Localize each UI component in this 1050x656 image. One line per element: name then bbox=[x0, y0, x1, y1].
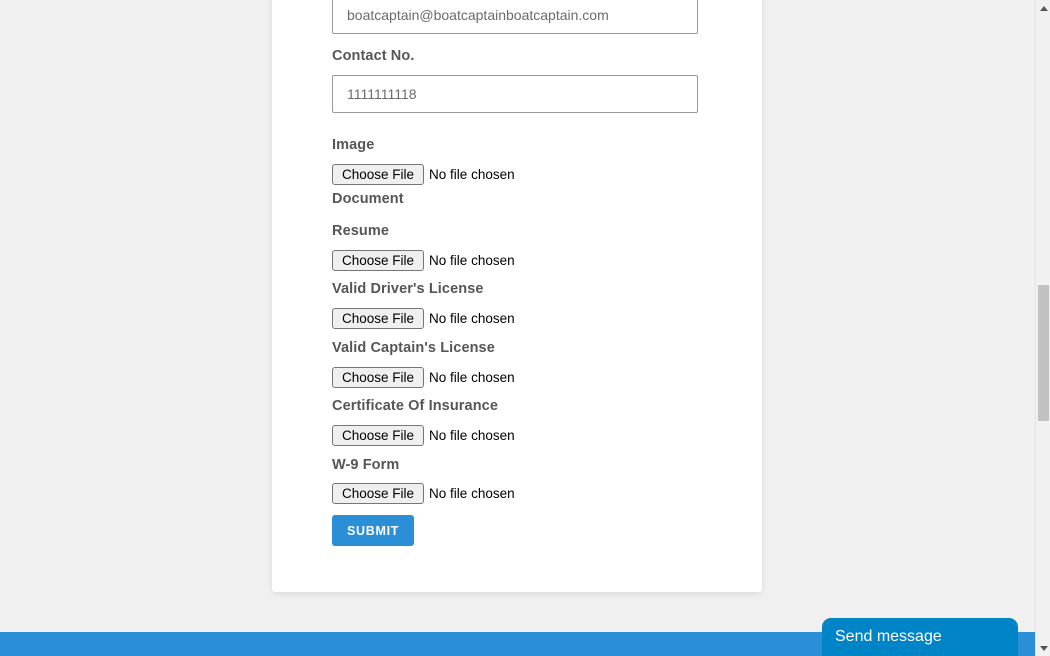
document-file-status: No file chosen bbox=[429, 428, 515, 444]
image-file-input-row[interactable]: Choose File No file chosen bbox=[332, 163, 515, 185]
document-choose-file-button[interactable]: Choose File bbox=[332, 483, 425, 505]
document-file-input-row[interactable]: Choose File No file chosen bbox=[332, 308, 698, 330]
document-upload-label: W-9 Form bbox=[332, 456, 400, 473]
document-choose-file-button[interactable]: Choose File bbox=[332, 308, 425, 330]
document-file-input-row[interactable]: Choose File No file chosen bbox=[332, 249, 698, 271]
document-upload-group: Valid Driver's License Choose File No file… bbox=[332, 281, 698, 330]
contact-field-label: Contact No. bbox=[332, 48, 415, 64]
browser-viewport: Contact No. Image Choose File No file ch… bbox=[0, 0, 1050, 656]
email-input[interactable] bbox=[332, 0, 698, 34]
document-file-status: No file chosen bbox=[429, 369, 515, 385]
document-file-status: No file chosen bbox=[429, 311, 515, 327]
document-upload-label: Valid Driver's License bbox=[332, 281, 484, 298]
chevron-up-glyph bbox=[1039, 5, 1048, 11]
document-upload-label: Valid Captain's License bbox=[332, 339, 495, 356]
document-file-status: No file chosen bbox=[429, 252, 515, 268]
document-section-heading: Document bbox=[332, 191, 404, 207]
document-file-input-row[interactable]: Choose File No file chosen bbox=[332, 483, 698, 505]
chevron-up-icon[interactable] bbox=[1036, 0, 1050, 16]
captain-registration-form-card: Contact No. Image Choose File No file ch… bbox=[272, 0, 762, 592]
document-upload-label: Certificate Of Insurance bbox=[332, 398, 498, 415]
document-upload-group: Resume Choose File No file chosen bbox=[332, 223, 698, 271]
submit-button[interactable]: SUBMIT bbox=[332, 515, 415, 546]
document-file-input-row[interactable]: Choose File No file chosen bbox=[332, 425, 698, 447]
image-file-status: No file chosen bbox=[429, 166, 515, 182]
document-upload-group: Valid Captain's License Choose File No fil… bbox=[332, 340, 698, 388]
document-file-status: No file chosen bbox=[429, 486, 515, 502]
image-upload-group: Image Choose File No file chosen bbox=[332, 137, 515, 185]
chevron-down-icon[interactable] bbox=[1036, 640, 1050, 656]
chevron-down-glyph bbox=[1039, 645, 1048, 651]
document-section-heading-group: Document bbox=[332, 191, 404, 208]
contact-input[interactable] bbox=[332, 75, 698, 114]
email-field-group bbox=[332, 0, 698, 34]
document-upload-group: W-9 Form Choose File No file chosen bbox=[332, 457, 698, 505]
scrollbar-thumb[interactable] bbox=[1038, 285, 1049, 421]
vertical-scrollbar[interactable] bbox=[1035, 0, 1050, 656]
send-message-chat-widget[interactable]: Send message bbox=[822, 618, 1018, 656]
document-choose-file-button[interactable]: Choose File bbox=[332, 249, 425, 271]
image-upload-label: Image bbox=[332, 137, 375, 153]
document-choose-file-button[interactable]: Choose File bbox=[332, 425, 425, 447]
document-upload-label: Resume bbox=[332, 223, 390, 239]
document-upload-group: Certificate Of Insurance Choose File No fi… bbox=[332, 398, 698, 447]
document-choose-file-button[interactable]: Choose File bbox=[332, 366, 425, 388]
submit-row: SUBMIT bbox=[332, 515, 415, 546]
document-file-input-row[interactable]: Choose File No file chosen bbox=[332, 366, 698, 388]
document-uploads-list: Resume Choose File No file chosen Valid Dri… bbox=[332, 223, 698, 515]
contact-field-group: Contact No. bbox=[332, 48, 698, 114]
chat-widget-label: Send message bbox=[835, 628, 942, 645]
image-choose-file-button[interactable]: Choose File bbox=[332, 163, 425, 185]
